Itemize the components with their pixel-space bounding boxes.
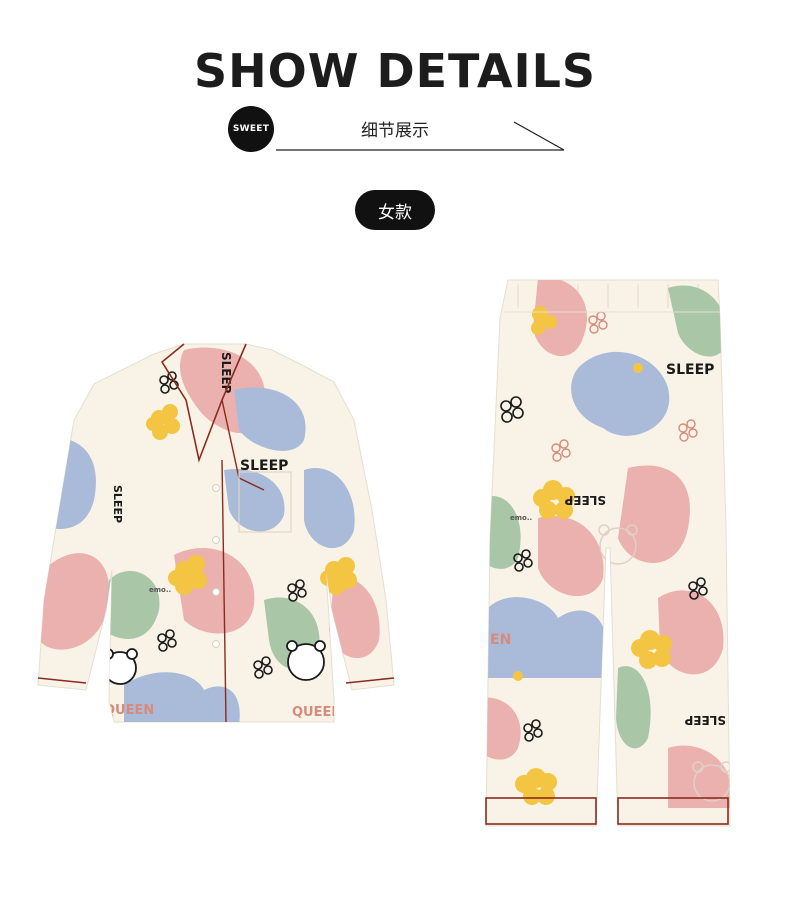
page-title: SHOW DETAILS bbox=[193, 44, 597, 98]
print-emo: emo.. bbox=[149, 586, 171, 594]
print-emo-pants: emo.. bbox=[510, 514, 532, 522]
subtitle-text: 细节展示 bbox=[361, 121, 429, 141]
print-sleep-sleeve: SLEEP bbox=[111, 485, 124, 523]
print-en: EN bbox=[490, 632, 511, 648]
print-queen-right: QUEEN bbox=[292, 705, 342, 720]
category-pill-women[interactable]: 女款 bbox=[355, 190, 435, 230]
print-sleep-leg: SLEEP bbox=[564, 493, 606, 507]
print-sleep-collar: SLEEP bbox=[219, 352, 233, 394]
pajama-pants: SLEEP SLEEP SLEEP EN emo.. bbox=[478, 278, 740, 830]
print-queen-left: QUEEN bbox=[104, 703, 154, 718]
pajama-shirt: QUEEN QUEEN SLEEP emo.. SLEEP SLEEP bbox=[34, 340, 399, 725]
sweet-badge: SWEET bbox=[228, 106, 274, 152]
print-sleep-lower: SLEEP bbox=[684, 713, 726, 727]
print-sleep-thigh: SLEEP bbox=[666, 362, 714, 378]
